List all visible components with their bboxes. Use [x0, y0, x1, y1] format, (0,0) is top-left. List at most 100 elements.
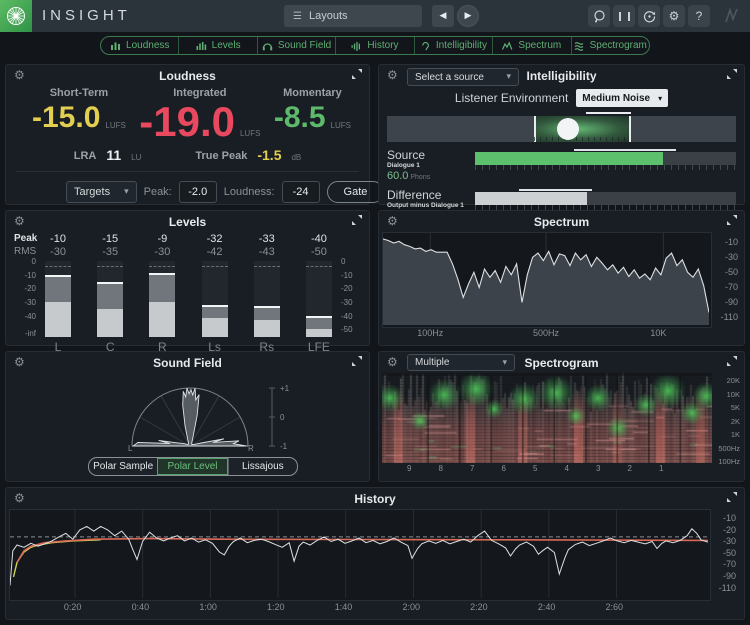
insight-logo-icon [0, 0, 32, 32]
sound-field-panel: ⚙ Sound Field +10-1LR Polar SamplePolar … [5, 351, 370, 482]
prev-layout-button[interactable]: ◀ [432, 5, 454, 27]
level-meter [45, 261, 71, 337]
sync-icon[interactable] [638, 5, 660, 27]
bars-icon [110, 41, 121, 51]
levels-panel-title: Levels [6, 215, 369, 229]
scale-label: -40 [341, 312, 353, 321]
spectrogram-x-label: 1 [659, 464, 663, 473]
history-y-label: -110 [719, 583, 736, 593]
rms-light-fill [306, 329, 332, 337]
spectrum-y-label: -30 [725, 252, 738, 262]
level-meter [254, 261, 280, 337]
tooltip-bubble-icon[interactable] [588, 5, 610, 27]
tab-label: History [367, 40, 398, 51]
next-layout-button[interactable]: ▶ [457, 5, 479, 27]
headroom-dash-line [254, 266, 280, 267]
pause-icon [619, 12, 630, 21]
spectrum-x-label: 500Hz [533, 328, 559, 338]
short-term-value: -15.0 [32, 103, 100, 133]
scale-label: -20 [341, 284, 353, 293]
levels-left-scale: 0-10-20-30-40-inf [12, 261, 36, 337]
expand-icon[interactable] [727, 69, 737, 79]
history-x-label: 0:20 [64, 602, 82, 612]
expand-icon[interactable] [727, 215, 737, 225]
scale-label: -10 [24, 271, 36, 280]
layouts-dropdown[interactable]: ☰Layouts [284, 5, 422, 27]
gear-icon: ⚙ [669, 9, 680, 23]
history-x-label: 2:20 [470, 602, 488, 612]
rms-mid-fill [97, 284, 123, 309]
tab-history[interactable]: History [335, 37, 413, 54]
pause-button[interactable] [613, 5, 635, 27]
scale-label: -30 [24, 298, 36, 307]
settings-gear-button[interactable]: ⚙ [663, 5, 685, 27]
tab-spectrum[interactable]: Spectrum [492, 37, 570, 54]
hamburger-icon: ☰ [293, 11, 302, 22]
rms-value: -50 [311, 246, 327, 259]
tab-loudness[interactable]: Loudness [101, 37, 178, 54]
corner-label-right: R [248, 444, 254, 453]
tab-label: Intelligibility [436, 40, 487, 51]
intelligibility-slider [387, 116, 736, 142]
scale-label: 0 [341, 257, 345, 266]
levels-right-scale: 0-10-20-30-40-50 [341, 261, 365, 337]
tab-label: Sound Field [278, 40, 331, 51]
true-peak-value: -1.5 [257, 149, 281, 162]
levels-panel: ⚙ Levels Peak RMS -10-30L-15-35C-9-30R-3… [5, 210, 370, 346]
gate-button[interactable]: Gate [327, 181, 385, 203]
level-meter-column-lfe: -40-50LFE [299, 233, 339, 354]
history-x-label: 1:20 [267, 602, 285, 612]
spectrogram-y-label: 100Hz [718, 457, 740, 466]
lra-unit: LU [131, 153, 141, 162]
spectrogram-y-label: 5K [731, 403, 740, 412]
level-meter-column-r: -9-30R [142, 233, 182, 354]
level-meter-column-rs: -33-43Rs [247, 233, 287, 354]
expand-icon[interactable] [352, 356, 362, 366]
spectrogram-x-label: 9 [407, 464, 411, 473]
peak-target-input[interactable] [179, 181, 217, 203]
mode-button-lissajous[interactable]: Lissajous [228, 458, 297, 475]
targets-dropdown[interactable]: Targets▾ [66, 181, 137, 203]
history-y-label: -20 [723, 525, 736, 535]
chevron-down-icon: ▾ [658, 94, 662, 103]
spectrum-y-label: -10 [725, 237, 738, 247]
sound-field-scale-label: -1 [280, 442, 287, 451]
meter-tick-row [475, 165, 736, 170]
meter-sub-label: Dialogue 1 [387, 162, 475, 169]
slider-ticks [534, 137, 632, 141]
expand-icon[interactable] [352, 69, 362, 79]
expand-icon[interactable] [727, 492, 737, 502]
meter-value-unit: Phons [408, 174, 430, 181]
rms-mid-fill [306, 318, 332, 330]
expand-icon[interactable] [727, 356, 737, 366]
spectrogram-canvas [382, 373, 712, 463]
tab-spectrogram[interactable]: Spectrogram [571, 37, 649, 54]
polar-svg [6, 370, 371, 454]
expand-icon[interactable] [352, 215, 362, 225]
mode-button-polar-sample[interactable]: Polar Sample [89, 458, 157, 475]
scale-label: -30 [341, 298, 353, 307]
loudness-meters: Short-Term -15.0LUFS Integrated -19.0LUF… [6, 85, 369, 141]
lra-value: 11 [106, 149, 121, 162]
mode-button-polar-level[interactable]: Polar Level [157, 458, 227, 475]
spectrogram-x-label: 6 [502, 464, 506, 473]
listener-environment-dropdown[interactable]: Medium Noise▾ [576, 89, 668, 107]
loudness-target-input[interactable] [282, 181, 320, 203]
tab-levels[interactable]: Levels [178, 37, 256, 54]
help-button[interactable]: ? [688, 5, 710, 27]
history-y-label: -50 [723, 548, 736, 558]
listener-environment-label: Listener Environment [455, 91, 568, 105]
history-svg [10, 510, 708, 598]
spectrogram-y-label: 20K [727, 376, 740, 385]
peak-target-label: Peak: [144, 186, 172, 198]
tab-sound-field[interactable]: Sound Field [257, 37, 335, 54]
rms-value: -35 [102, 246, 118, 259]
spectrum-y-label: -50 [725, 267, 738, 277]
rms-light-fill [149, 302, 175, 337]
scale-label: 0 [32, 257, 36, 266]
spectrogram-y-label: 10K [727, 390, 740, 399]
meter-reference-line [519, 189, 592, 191]
tab-intelligibility[interactable]: Intelligibility [414, 37, 492, 54]
intelligibility-panel: ⚙ Select a source▾ Intelligibility Liste… [378, 64, 745, 205]
ear-icon [420, 41, 431, 51]
